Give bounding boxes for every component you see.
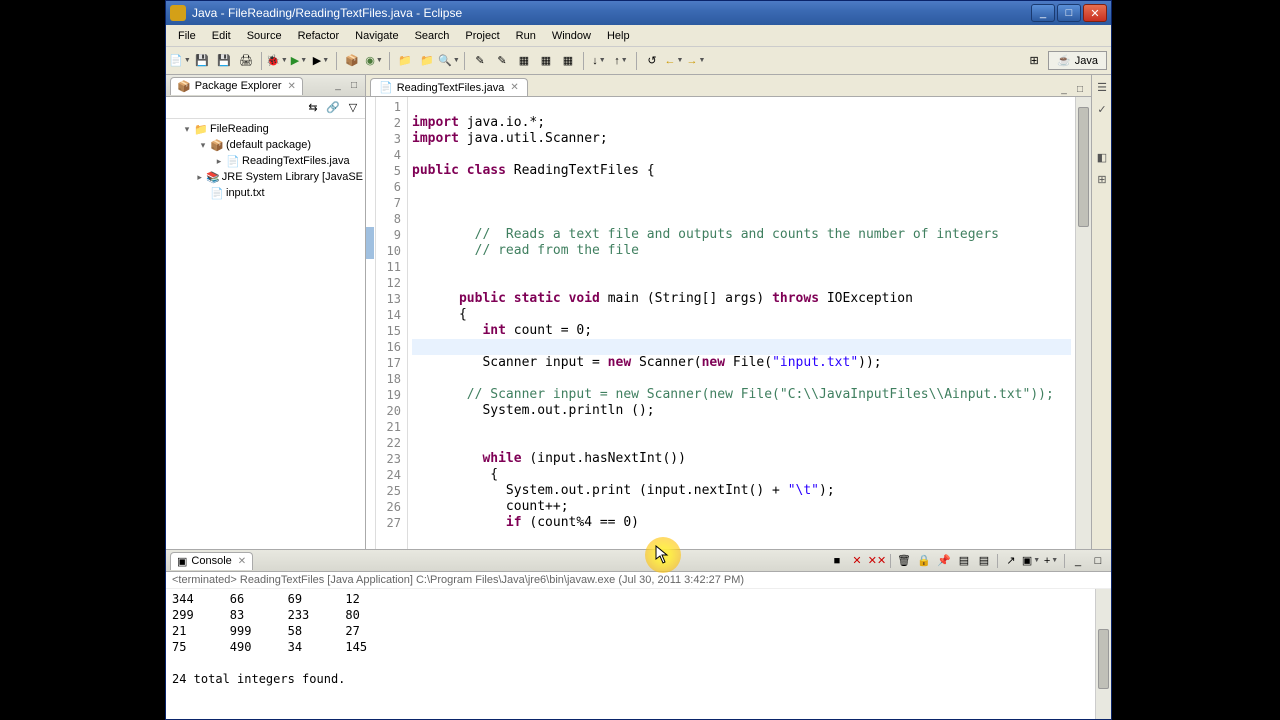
outline-icon[interactable]: ☰ xyxy=(1094,79,1110,95)
view-menu-icon[interactable]: ▽ xyxy=(345,100,361,116)
toggle-block-icon[interactable]: ✎ xyxy=(492,51,512,71)
new-package-icon[interactable]: 📦 xyxy=(342,51,362,71)
minimize-console-icon[interactable]: _ xyxy=(1069,552,1087,570)
editor-scrollbar[interactable] xyxy=(1075,97,1091,549)
code-editor[interactable]: 1234567891011121314151617181920212223242… xyxy=(366,97,1091,549)
remove-all-icon[interactable]: ✕✕ xyxy=(868,552,886,570)
menu-help[interactable]: Help xyxy=(599,28,638,44)
toggle-mark-icon[interactable]: ✎ xyxy=(470,51,490,71)
new-console-icon[interactable]: +▼ xyxy=(1042,552,1060,570)
clear-console-icon[interactable]: 🗑 xyxy=(895,552,913,570)
open-task-icon[interactable]: 📁 xyxy=(417,51,437,71)
editor-tab[interactable]: 📄 ReadingTextFiles.java ✕ xyxy=(370,78,528,96)
close-button[interactable]: ✕ xyxy=(1083,4,1107,22)
maximize-editor-icon[interactable]: □ xyxy=(1073,82,1087,96)
pin-console-icon[interactable]: 📌 xyxy=(935,552,953,570)
editor-area: 📄 ReadingTextFiles.java ✕ _ □ 1234567891… xyxy=(366,75,1091,549)
console-icon: ▣ xyxy=(177,555,187,568)
tree-default-package[interactable]: ▾ 📦 (default package) xyxy=(168,137,363,153)
tree-jre[interactable]: ▸ 📚 JRE System Library [JavaSE xyxy=(168,169,363,185)
minimize-editor-icon[interactable]: _ xyxy=(1057,82,1071,96)
prev-annotation-icon[interactable]: ↑▼ xyxy=(611,51,631,71)
save-all-icon[interactable]: 💾 xyxy=(214,51,234,71)
hierarchy-icon[interactable]: ⊞ xyxy=(1094,171,1110,187)
menu-window[interactable]: Window xyxy=(544,28,599,44)
java-file-icon: 📄 xyxy=(226,154,240,168)
package-explorer-view: 📦 Package Explorer ✕ _ □ ⇆ 🔗 ▽ ▾ 📁 File xyxy=(166,75,366,549)
menu-search[interactable]: Search xyxy=(407,28,458,44)
close-icon[interactable]: ✕ xyxy=(288,81,296,92)
console-output[interactable]: 344 66 69 12 299 83 233 80 21 999 58 27 … xyxy=(166,589,1095,719)
minimize-view-icon[interactable]: _ xyxy=(331,79,345,93)
link-editor-icon[interactable]: 🔗 xyxy=(325,100,341,116)
console-view: ▣ Console ✕ ■ ✕ ✕✕ 🗑 🔒 📌 ▤ ▤ ↗ ▣▼ +▼ _ xyxy=(166,549,1111,719)
eclipse-icon xyxy=(170,5,186,21)
close-icon[interactable]: ✕ xyxy=(238,556,246,567)
back-icon[interactable]: ←▼ xyxy=(664,51,684,71)
task-list-icon[interactable]: ✓ xyxy=(1094,101,1110,117)
maximize-button[interactable]: □ xyxy=(1057,4,1081,22)
remove-launch-icon[interactable]: ✕ xyxy=(848,552,866,570)
toggle-breadcrumb-icon[interactable]: ▦ xyxy=(514,51,534,71)
tree-project[interactable]: ▾ 📁 FileReading xyxy=(168,121,363,137)
new-icon[interactable]: 📄▼ xyxy=(170,51,190,71)
run-icon[interactable]: ▶▼ xyxy=(289,51,309,71)
open-console-icon[interactable]: ▤ xyxy=(975,552,993,570)
scroll-lock-icon[interactable]: 🔒 xyxy=(915,552,933,570)
collapse-all-icon[interactable]: ⇆ xyxy=(305,100,321,116)
project-icon: 📁 xyxy=(194,122,208,136)
package-icon: 📦 xyxy=(177,80,191,93)
library-icon: 📚 xyxy=(206,170,220,184)
text-file-icon: 📄 xyxy=(210,186,224,200)
main-toolbar: 📄▼ 💾 💾 🖨 🐞▼ ▶▼ ▶▼ 📦 ◉▼ 📁 📁 🔍▼ ✎ ✎ ▦ ▦ ▦ … xyxy=(166,47,1111,75)
display-selected-icon[interactable]: ▤ xyxy=(955,552,973,570)
package-icon: 📦 xyxy=(210,138,224,152)
console-status: <terminated> ReadingTextFiles [Java Appl… xyxy=(166,572,1111,589)
next-annotation-icon[interactable]: ↓▼ xyxy=(589,51,609,71)
menu-file[interactable]: File xyxy=(170,28,204,44)
toggle-word-wrap-icon[interactable]: ▦ xyxy=(558,51,578,71)
java-icon: ☕ xyxy=(1057,54,1071,67)
menu-refactor[interactable]: Refactor xyxy=(290,28,348,44)
menu-project[interactable]: Project xyxy=(457,28,507,44)
forward-icon[interactable]: →▼ xyxy=(686,51,706,71)
show-whitespace-icon[interactable]: ▦ xyxy=(536,51,556,71)
tree-input-file[interactable]: 📄 input.txt xyxy=(168,185,363,201)
search-icon[interactable]: 🔍▼ xyxy=(439,51,459,71)
open-perspective-icon[interactable]: ⊞ xyxy=(1024,51,1044,71)
minimize-button[interactable]: _ xyxy=(1031,4,1055,22)
eclipse-window: Java - FileReading/ReadingTextFiles.java… xyxy=(165,0,1112,720)
show-console-icon[interactable]: ↗ xyxy=(1002,552,1020,570)
titlebar[interactable]: Java - FileReading/ReadingTextFiles.java… xyxy=(166,1,1111,25)
menu-navigate[interactable]: Navigate xyxy=(347,28,406,44)
right-trim: ☰ ✓ ◧ ⊞ xyxy=(1091,75,1111,549)
maximize-console-icon[interactable]: □ xyxy=(1089,552,1107,570)
close-icon[interactable]: ✕ xyxy=(510,82,518,93)
print-icon[interactable]: 🖨 xyxy=(236,51,256,71)
maximize-view-icon[interactable]: □ xyxy=(347,79,361,93)
debug-icon[interactable]: 🐞▼ xyxy=(267,51,287,71)
java-perspective-button[interactable]: ☕ Java xyxy=(1048,51,1107,70)
open-type-icon[interactable]: 📁 xyxy=(395,51,415,71)
menubar: File Edit Source Refactor Navigate Searc… xyxy=(166,25,1111,47)
run-last-icon[interactable]: ▶▼ xyxy=(311,51,331,71)
console-scrollbar[interactable] xyxy=(1095,589,1111,719)
project-tree[interactable]: ▾ 📁 FileReading ▾ 📦 (default package) ▸ … xyxy=(166,119,365,549)
terminate-icon[interactable]: ■ xyxy=(828,552,846,570)
java-file-icon: 📄 xyxy=(379,81,393,94)
outline-view-icon[interactable]: ◧ xyxy=(1094,149,1110,165)
menu-source[interactable]: Source xyxy=(239,28,290,44)
console-dropdown-icon[interactable]: ▣▼ xyxy=(1022,552,1040,570)
new-class-icon[interactable]: ◉▼ xyxy=(364,51,384,71)
save-icon[interactable]: 💾 xyxy=(192,51,212,71)
package-explorer-tab[interactable]: 📦 Package Explorer ✕ xyxy=(170,77,303,95)
menu-edit[interactable]: Edit xyxy=(204,28,239,44)
window-title: Java - FileReading/ReadingTextFiles.java… xyxy=(192,6,1031,20)
console-tab[interactable]: ▣ Console ✕ xyxy=(170,552,253,570)
menu-run[interactable]: Run xyxy=(508,28,544,44)
last-edit-icon[interactable]: ↺ xyxy=(642,51,662,71)
tree-java-file[interactable]: ▸ 📄 ReadingTextFiles.java xyxy=(168,153,363,169)
